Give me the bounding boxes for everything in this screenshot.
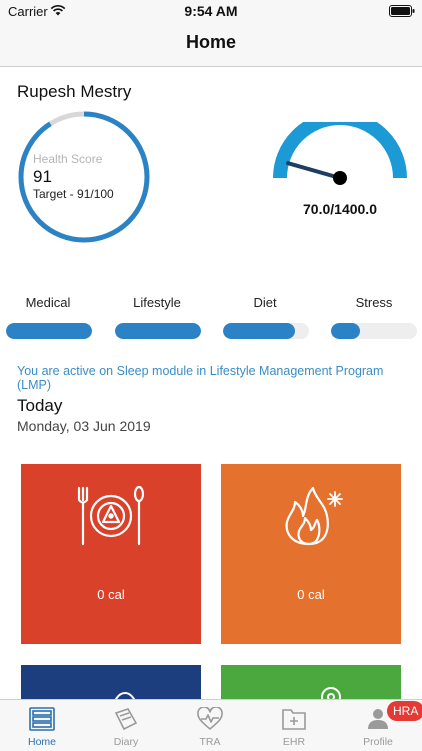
active-module-link[interactable]: You are active on Sleep module in Lifest…: [17, 364, 409, 392]
flame-icon: [285, 486, 343, 546]
activity-tile[interactable]: [221, 665, 401, 699]
target-icon: [321, 687, 341, 699]
gauge-needle: [286, 161, 342, 180]
home-list-icon: [29, 707, 55, 731]
category-bar-lifestyle: [115, 323, 201, 339]
gauge-hub: [333, 171, 347, 185]
status-time: 9:54 AM: [184, 3, 238, 19]
food-tile[interactable]: 0 cal: [21, 464, 201, 644]
category-fill: [331, 323, 361, 339]
tab-bar: Home Diary TRA EHR Profile: [0, 699, 422, 751]
category-label-stress: Stress: [355, 295, 393, 310]
today-title: Today: [17, 396, 63, 415]
tab-label: EHR: [282, 736, 306, 748]
food-calories: 0 cal: [97, 587, 125, 602]
user-name: Rupesh Mestry: [17, 82, 132, 101]
category-label-lifestyle: Lifestyle: [133, 295, 181, 310]
category-fill: [6, 323, 92, 339]
page-title: Home: [185, 32, 236, 52]
health-score-target: Target - 91/100: [33, 187, 114, 201]
category-label-diet: Diet: [253, 295, 277, 310]
category-fill: [115, 323, 201, 339]
category-fill: [223, 323, 296, 339]
food-plate-icon: [77, 485, 145, 546]
health-score-label: Health Score: [33, 152, 103, 166]
diary-icon: [114, 708, 138, 731]
today-date: Monday, 03 Jun 2019: [17, 418, 151, 434]
exercise-tile[interactable]: 0 cal: [221, 464, 401, 644]
tab-ehr[interactable]: EHR: [252, 700, 336, 751]
tab-tra[interactable]: TRA: [168, 700, 252, 751]
sleep-tile[interactable]: [21, 665, 201, 699]
gauge-value: 70.0/1400.0: [303, 201, 377, 217]
tab-label: Diary: [113, 736, 139, 748]
category-bar-stress: [331, 323, 417, 339]
tab-label: TRA: [199, 736, 221, 748]
tab-label: Home: [27, 736, 56, 748]
category-bar-diet: [223, 323, 309, 339]
heart-rate-icon: [197, 707, 223, 730]
egg-icon: [114, 692, 136, 699]
exercise-calories: 0 cal: [297, 587, 325, 602]
tab-diary[interactable]: Diary: [84, 700, 168, 751]
health-record-icon: [282, 709, 306, 730]
battery-icon: [389, 5, 415, 17]
calorie-gauge: [273, 122, 407, 185]
hra-badge[interactable]: HRA: [387, 701, 422, 721]
tab-home[interactable]: Home: [0, 700, 84, 751]
health-score-value: 91: [33, 167, 52, 186]
category-label-medical: Medical: [25, 295, 71, 310]
category-bar-medical: [6, 323, 92, 339]
tab-label: Profile: [363, 736, 393, 748]
navigation-bar: Home: [0, 22, 422, 67]
